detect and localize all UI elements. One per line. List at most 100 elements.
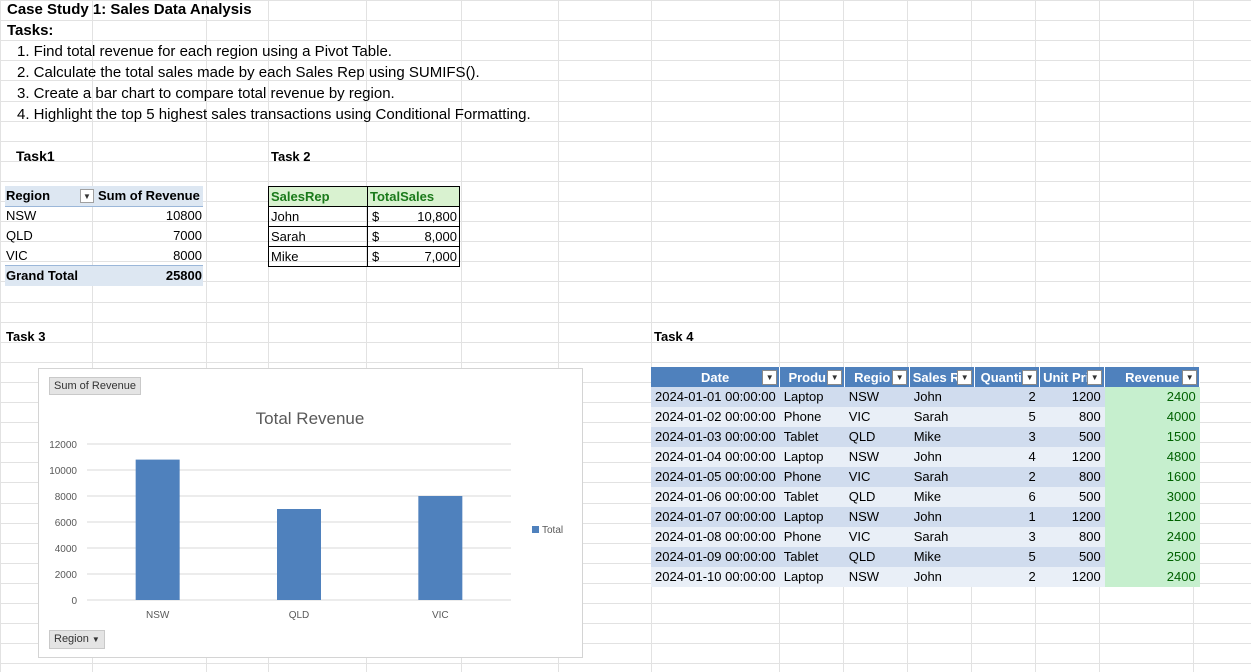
quantity-cell[interactable]: 5 bbox=[974, 547, 1040, 567]
revenue-cell[interactable]: 4000 bbox=[1104, 407, 1200, 427]
header-totalsales[interactable]: TotalSales bbox=[367, 186, 460, 207]
sales-rep-cell[interactable]: John bbox=[909, 507, 975, 527]
rep-name-cell[interactable]: Sarah bbox=[268, 226, 368, 247]
date-cell[interactable]: 2024-01-03 00:00:00 bbox=[651, 427, 780, 447]
table-row: 2024-01-08 00:00:00 Phone VIC Sarah 3 800 2400 bbox=[651, 527, 1200, 547]
task-line-1: 1. Find total revenue for each region us… bbox=[17, 43, 392, 60]
date-cell[interactable]: 2024-01-09 00:00:00 bbox=[651, 547, 780, 567]
filter-dropdown-icon[interactable]: ▼ bbox=[892, 370, 908, 385]
quantity-cell[interactable]: 2 bbox=[974, 567, 1040, 587]
revenue-cell[interactable]: 1500 bbox=[1104, 427, 1200, 447]
total-sales-cell[interactable]: $7,000 bbox=[367, 246, 460, 267]
unit-price-cell[interactable]: 1200 bbox=[1039, 567, 1105, 587]
column-header-quantity[interactable]: Quanti ▼ bbox=[974, 367, 1041, 387]
region-filter-button[interactable]: ▼ bbox=[80, 189, 94, 203]
unit-price-cell[interactable]: 1200 bbox=[1039, 447, 1105, 467]
column-header-sales-rep[interactable]: Sales R ▼ bbox=[909, 367, 976, 387]
sales-rep-cell[interactable]: Sarah bbox=[909, 467, 975, 487]
unit-price-cell[interactable]: 800 bbox=[1039, 407, 1105, 427]
date-cell[interactable]: 2024-01-10 00:00:00 bbox=[651, 567, 780, 587]
quantity-cell[interactable]: 6 bbox=[974, 487, 1040, 507]
region-cell[interactable]: QLD bbox=[844, 487, 910, 507]
region-cell[interactable]: QLD bbox=[844, 427, 910, 447]
product-cell[interactable]: Laptop bbox=[779, 567, 845, 587]
total-sales-cell[interactable]: $10,800 bbox=[367, 206, 460, 227]
sales-rep-cell[interactable]: Sarah bbox=[909, 407, 975, 427]
revenue-cell[interactable]: 2400 bbox=[1104, 567, 1200, 587]
region-cell[interactable]: VIC bbox=[844, 527, 910, 547]
product-cell[interactable]: Tablet bbox=[779, 547, 845, 567]
quantity-cell[interactable]: 2 bbox=[974, 387, 1040, 407]
product-cell[interactable]: Laptop bbox=[779, 507, 845, 527]
unit-price-cell[interactable]: 800 bbox=[1039, 527, 1105, 547]
header-salesrep[interactable]: SalesRep bbox=[268, 186, 368, 207]
revenue-cell[interactable]: 1600 bbox=[1104, 467, 1200, 487]
filter-dropdown-icon[interactable]: ▼ bbox=[762, 370, 778, 385]
product-cell[interactable]: Phone bbox=[779, 407, 845, 427]
quantity-cell[interactable]: 2 bbox=[974, 467, 1040, 487]
region-cell[interactable]: NSW bbox=[844, 387, 910, 407]
date-cell[interactable]: 2024-01-05 00:00:00 bbox=[651, 467, 780, 487]
column-header-revenue[interactable]: Revenue ▼ bbox=[1104, 367, 1201, 387]
revenue-cell[interactable]: 2500 bbox=[1104, 547, 1200, 567]
currency-symbol: $ bbox=[372, 209, 380, 224]
revenue-cell[interactable]: 4800 bbox=[1104, 447, 1200, 467]
task4-label: Task 4 bbox=[654, 329, 694, 344]
region-cell[interactable]: VIC bbox=[844, 407, 910, 427]
quantity-cell[interactable]: 4 bbox=[974, 447, 1040, 467]
sales-rep-cell[interactable]: Mike bbox=[909, 547, 975, 567]
filter-dropdown-icon[interactable]: ▼ bbox=[1182, 370, 1198, 385]
sales-rep-cell[interactable]: Mike bbox=[909, 487, 975, 507]
filter-dropdown-icon[interactable]: ▼ bbox=[1022, 370, 1038, 385]
region-cell[interactable]: NSW bbox=[844, 567, 910, 587]
unit-price-cell[interactable]: 500 bbox=[1039, 547, 1105, 567]
filter-dropdown-icon[interactable]: ▼ bbox=[957, 370, 973, 385]
sales-rep-cell[interactable]: Sarah bbox=[909, 527, 975, 547]
date-cell[interactable]: 2024-01-02 00:00:00 bbox=[651, 407, 780, 427]
sales-rep-cell[interactable]: John bbox=[909, 447, 975, 467]
region-cell[interactable]: NSW bbox=[844, 507, 910, 527]
revenue-cell[interactable]: 1200 bbox=[1104, 507, 1200, 527]
bar-nsw bbox=[135, 459, 180, 600]
date-cell[interactable]: 2024-01-07 00:00:00 bbox=[651, 507, 780, 527]
sales-rep-cell[interactable]: John bbox=[909, 387, 975, 407]
product-cell[interactable]: Tablet bbox=[779, 487, 845, 507]
product-cell[interactable]: Tablet bbox=[779, 427, 845, 447]
date-cell[interactable]: 2024-01-06 00:00:00 bbox=[651, 487, 780, 507]
sales-rep-cell[interactable]: Mike bbox=[909, 427, 975, 447]
column-header-unit-price[interactable]: Unit Pri ▼ bbox=[1039, 367, 1106, 387]
filter-dropdown-icon[interactable]: ▼ bbox=[827, 370, 843, 385]
unit-price-cell[interactable]: 1200 bbox=[1039, 507, 1105, 527]
revenue-cell[interactable]: 2400 bbox=[1104, 527, 1200, 547]
revenue-cell[interactable]: 3000 bbox=[1104, 487, 1200, 507]
date-cell[interactable]: 2024-01-08 00:00:00 bbox=[651, 527, 780, 547]
unit-price-cell[interactable]: 1200 bbox=[1039, 387, 1105, 407]
unit-price-cell[interactable]: 800 bbox=[1039, 467, 1105, 487]
unit-price-cell[interactable]: 500 bbox=[1039, 487, 1105, 507]
revenue-cell[interactable]: 2400 bbox=[1104, 387, 1200, 407]
date-cell[interactable]: 2024-01-01 00:00:00 bbox=[651, 387, 780, 407]
product-cell[interactable]: Phone bbox=[779, 467, 845, 487]
unit-price-cell[interactable]: 500 bbox=[1039, 427, 1105, 447]
pivot-chart[interactable]: Sum of Revenue Region ▼ Total Revenue 0 20… bbox=[38, 368, 583, 658]
product-cell[interactable]: Laptop bbox=[779, 447, 845, 467]
column-header-product[interactable]: Produ ▼ bbox=[779, 367, 846, 387]
filter-dropdown-icon[interactable]: ▼ bbox=[1087, 370, 1103, 385]
total-sales-cell[interactable]: $8,000 bbox=[367, 226, 460, 247]
quantity-cell[interactable]: 1 bbox=[974, 507, 1040, 527]
quantity-cell[interactable]: 3 bbox=[974, 527, 1040, 547]
rep-name-cell[interactable]: John bbox=[268, 206, 368, 227]
product-cell[interactable]: Laptop bbox=[779, 387, 845, 407]
region-cell[interactable]: QLD bbox=[844, 547, 910, 567]
region-cell[interactable]: NSW bbox=[844, 447, 910, 467]
legend-label: Total bbox=[542, 525, 563, 536]
column-header-region[interactable]: Regio ▼ bbox=[844, 367, 911, 387]
column-header-date[interactable]: Date ▼ bbox=[651, 367, 781, 387]
region-cell[interactable]: VIC bbox=[844, 467, 910, 487]
rep-name-cell[interactable]: Mike bbox=[268, 246, 368, 267]
product-cell[interactable]: Phone bbox=[779, 527, 845, 547]
sales-rep-cell[interactable]: John bbox=[909, 567, 975, 587]
date-cell[interactable]: 2024-01-04 00:00:00 bbox=[651, 447, 780, 467]
quantity-cell[interactable]: 3 bbox=[974, 427, 1040, 447]
quantity-cell[interactable]: 5 bbox=[974, 407, 1040, 427]
